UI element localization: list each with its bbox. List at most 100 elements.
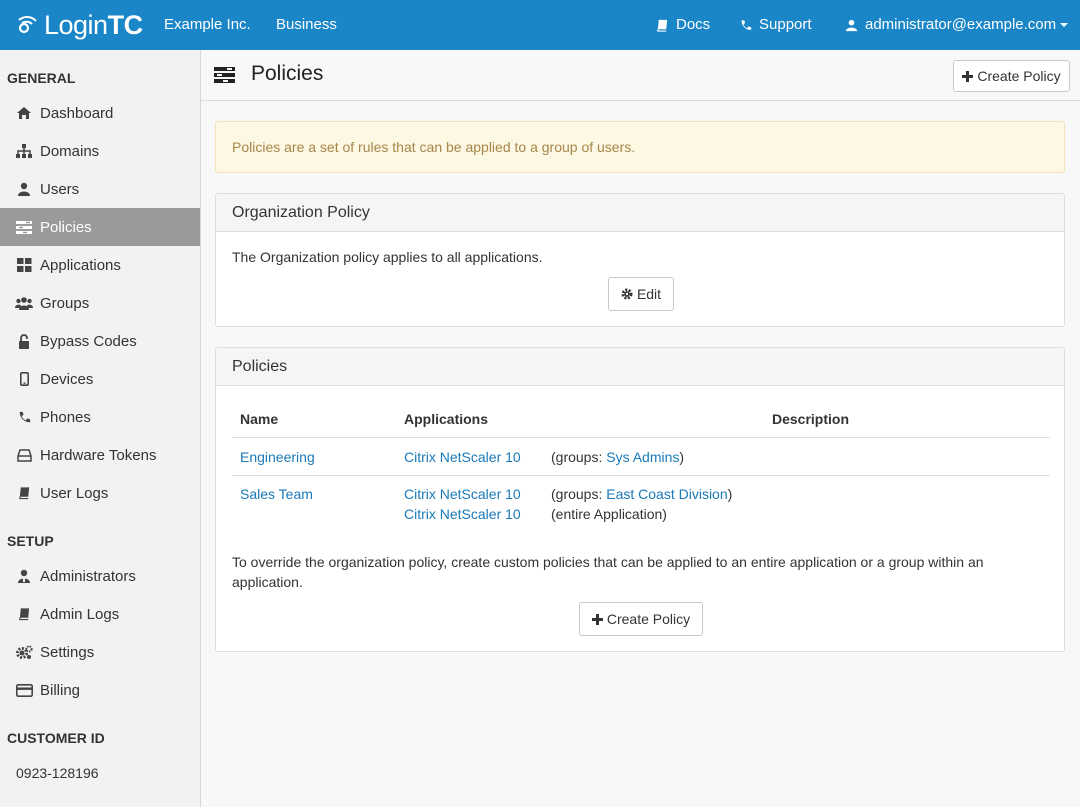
phone-icon [15, 409, 33, 425]
nav-support[interactable]: Support [740, 0, 812, 50]
policy-name-engineering[interactable]: Engineering [240, 449, 315, 465]
caret-down-icon [1060, 23, 1069, 27]
sidebar-item-groups[interactable]: Groups [0, 284, 200, 322]
account-label: administrator@example.com [865, 16, 1057, 33]
policy-application-link[interactable]: Citrix NetScaler 10 [404, 506, 521, 522]
sidebar-item-billing[interactable]: Billing [0, 671, 200, 709]
policies-help-text-line2: application. [232, 574, 303, 590]
token-icon [15, 447, 33, 463]
create-policy-label: Create Policy [977, 68, 1061, 84]
edit-button[interactable]: Edit [608, 277, 674, 311]
sidebar-item-admin-logs[interactable]: Admin Logs [0, 595, 200, 633]
sidebar-heading-customer-id: CUSTOMER ID [7, 730, 105, 746]
policy-application-scope: (groups: East Coast Division) [551, 486, 732, 502]
support-label: Support [759, 16, 812, 33]
table-header-divider [232, 437, 1050, 438]
grid-icon [15, 257, 33, 273]
policy-application-link[interactable]: Citrix NetScaler 10 [404, 486, 521, 502]
panel-heading: Organization Policy [216, 194, 1064, 232]
phone-icon [741, 19, 752, 30]
admin-user-icon [15, 568, 33, 584]
sidebar: GENERAL Dashboard Domains Users Policies… [0, 50, 201, 807]
sidebar-item-label: Groups [40, 294, 90, 312]
sidebar-item-dashboard[interactable]: Dashboard [0, 94, 200, 132]
sitemap-icon [15, 143, 33, 159]
sidebar-item-label: User Logs [40, 484, 109, 502]
group-icon [15, 295, 33, 311]
sidebar-item-label: Domains [40, 142, 100, 160]
edit-label: Edit [636, 286, 662, 302]
credit-card-icon [15, 682, 33, 698]
page-header: Policies Create Policy [201, 50, 1080, 101]
sidebar-item-label: Hardware Tokens [40, 446, 157, 464]
column-header-name: Name [240, 411, 279, 427]
sidebar-item-applications[interactable]: Applications [0, 246, 200, 284]
panel-heading: Policies [216, 348, 1064, 386]
scope-prefix: (groups: [551, 449, 607, 465]
create-policy-label: Create Policy [606, 611, 691, 627]
mobile-icon [15, 371, 33, 387]
cogs-icon [15, 644, 33, 660]
sidebar-item-label: Phones [40, 408, 91, 426]
sidebar-item-label: Applications [40, 256, 121, 274]
book-icon [657, 19, 668, 32]
sidebar-item-label: Billing [40, 681, 81, 699]
sidebar-item-bypass-codes[interactable]: Bypass Codes [0, 322, 200, 360]
policy-application-scope: (entire Application) [551, 506, 667, 522]
scope-prefix: (groups: [551, 486, 607, 502]
nav-plan[interactable]: Business [276, 0, 337, 50]
user-icon [845, 19, 858, 31]
group-link[interactable]: East Coast Division [606, 486, 727, 502]
sidebar-item-user-logs[interactable]: User Logs [0, 474, 200, 512]
sidebar-item-label: Users [40, 180, 80, 198]
sidebar-item-label: Devices [40, 370, 94, 388]
policy-application-link[interactable]: Citrix NetScaler 10 [404, 449, 521, 465]
user-icon [15, 181, 33, 197]
group-link[interactable]: Sys Admins [606, 449, 679, 465]
create-policy-button[interactable]: Create Policy [953, 60, 1070, 92]
sidebar-item-domains[interactable]: Domains [0, 132, 200, 170]
sidebar-item-label: Settings [40, 643, 95, 661]
column-header-description: Description [772, 411, 850, 427]
book-icon [15, 606, 33, 622]
sidebar-item-phones[interactable]: Phones [0, 398, 200, 436]
tasks-icon [214, 67, 235, 86]
sidebar-item-label: Dashboard [40, 104, 114, 122]
customer-id-value: 0923-128196 [16, 765, 99, 781]
sidebar-heading-setup: SETUP [7, 533, 54, 549]
scope-suffix: ) [727, 486, 733, 502]
cog-icon [621, 288, 633, 300]
policy-name-sales-team[interactable]: Sales Team [240, 486, 313, 502]
create-policy-button-bottom[interactable]: Create Policy [579, 602, 703, 636]
sidebar-item-policies[interactable]: Policies [0, 208, 200, 246]
sidebar-item-label: Admin Logs [40, 605, 120, 623]
sidebar-item-label: Bypass Codes [40, 332, 137, 350]
sidebar-heading-general: GENERAL [7, 70, 76, 86]
sidebar-item-hardware-tokens[interactable]: Hardware Tokens [0, 436, 200, 474]
sidebar-item-label: Administrators [40, 567, 136, 585]
sidebar-item-devices[interactable]: Devices [0, 360, 200, 398]
nav-docs[interactable]: Docs [656, 0, 710, 50]
docs-label: Docs [676, 16, 711, 33]
policies-help-text-line1: To override the organization policy, cre… [232, 554, 984, 570]
tasks-icon [15, 219, 33, 235]
organization-policy-panel: Organization Policy The Organization pol… [215, 193, 1065, 327]
policies-panel: Policies Name Applications Description E… [215, 347, 1065, 652]
sidebar-item-settings[interactable]: Settings [0, 633, 200, 671]
plus-icon [962, 70, 974, 82]
logo-text: LoginTC [44, 10, 143, 40]
table-row-divider [232, 475, 1050, 476]
scope-suffix: ) [679, 449, 685, 465]
sidebar-item-users[interactable]: Users [0, 170, 200, 208]
org-policy-text: The Organization policy applies to all a… [232, 249, 543, 265]
logintc-logo[interactable]: LoginTC [16, 10, 143, 40]
main-content: Policies Create Policy Policies are a se… [201, 50, 1080, 807]
sidebar-item-label: Policies [40, 218, 92, 236]
book-icon [15, 485, 33, 501]
column-header-applications: Applications [404, 411, 489, 427]
sidebar-item-administrators[interactable]: Administrators [0, 557, 200, 595]
home-icon [15, 105, 33, 121]
nav-org[interactable]: Example Inc. [164, 0, 251, 50]
info-alert: Policies are a set of rules that can be … [215, 121, 1065, 173]
nav-account-menu[interactable]: administrator@example.com [845, 0, 1069, 50]
